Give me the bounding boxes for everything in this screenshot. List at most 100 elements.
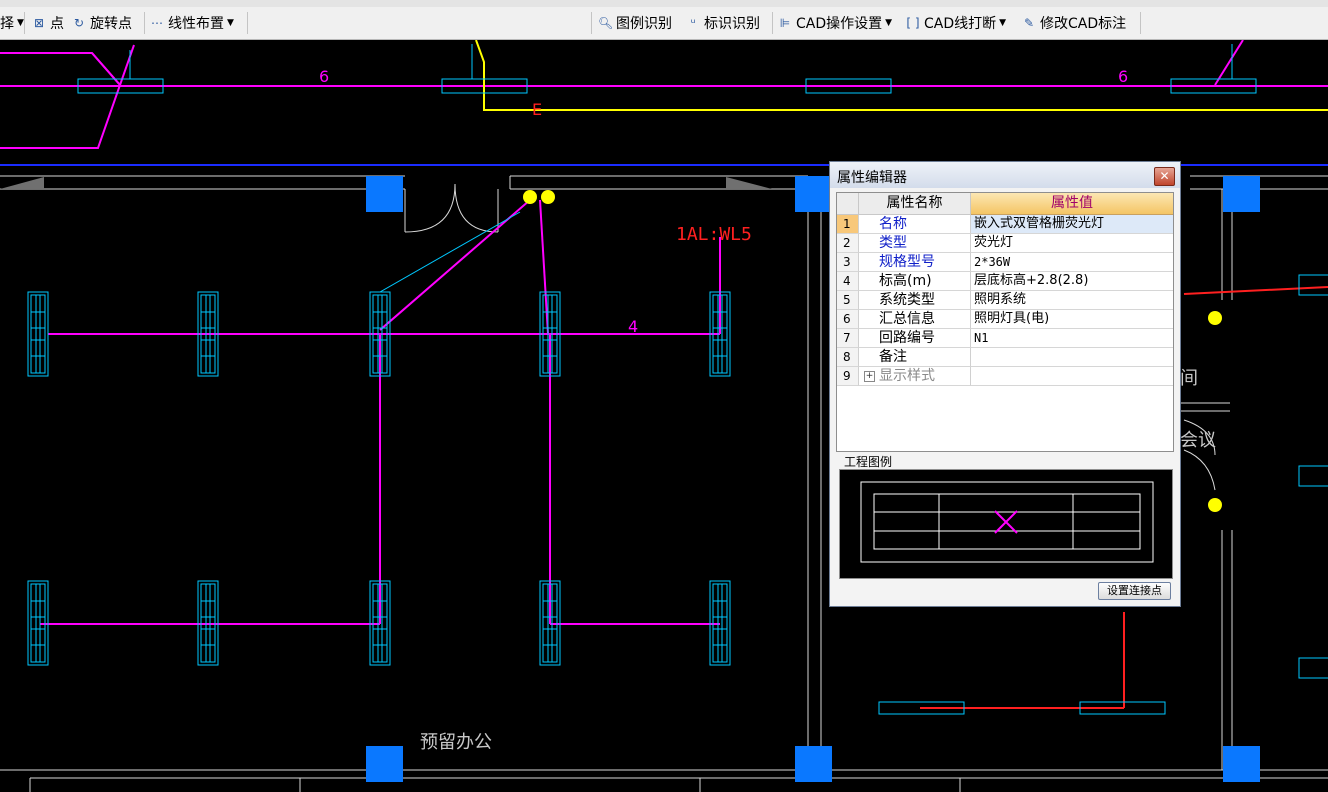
row-number: 1 [837,215,859,234]
row-number: 7 [837,329,859,348]
fluorescent-fixture[interactable] [27,580,49,666]
chevron-down-icon: ▼ [885,18,893,28]
property-value[interactable]: 2*36W [971,253,1173,272]
toolbar-separator [24,12,25,34]
property-name: 系统类型 [859,291,971,310]
wire-count-mark: 6 [1118,67,1128,86]
break-line-icon: [ ] [906,16,920,30]
mark-recognize-label: 标识识别 [704,16,760,32]
property-row[interactable]: 4 标高(m) 层底标高+2.8(2.8) [837,272,1173,291]
edit-cad-annotation-label: 修改CAD标注 [1040,16,1127,32]
switch-symbol [523,190,537,204]
row-number: 5 [837,291,859,310]
legend-recognize-button[interactable]: 🔍︎ 图例识别 [598,11,672,35]
property-value[interactable] [971,367,1173,386]
property-name-text: 汇总信息 [879,311,935,327]
legend-recognize-label: 图例识别 [616,16,672,32]
linear-layout-button[interactable]: ⋯ 线性布置 ▼ [150,11,234,35]
toolbar-separator [591,12,592,34]
wire-count-mark: 4 [628,317,638,336]
cad-settings-label: CAD操作设置 [796,16,883,32]
property-name-text: 备注 [879,349,907,365]
row-number: 3 [837,253,859,272]
lighting-wires [40,199,721,625]
property-value[interactable]: 照明灯具(电) [971,310,1173,329]
legend-fixture-drawing [860,481,1154,563]
property-value[interactable] [971,348,1173,367]
top-duct-lines [0,40,1328,166]
property-name: + 显示样式 [859,367,971,386]
toolbar-separator [772,12,773,34]
property-value[interactable]: 层底标高+2.8(2.8) [971,272,1173,291]
point-button[interactable]: ⊠ 点 [32,11,64,35]
legend-preview [839,469,1173,579]
property-row[interactable]: 5 系统类型 照明系统 [837,291,1173,310]
property-row[interactable]: 8 备注 [837,348,1173,367]
property-name: 汇总信息 [859,310,971,329]
property-name: 规格型号 [859,253,971,272]
property-value[interactable]: N1 [971,329,1173,348]
property-row[interactable]: 3 规格型号 2*36W [837,253,1173,272]
property-row[interactable]: 7 回路编号 N1 [837,329,1173,348]
property-name: 备注 [859,348,971,367]
edit-cad-annotation-button[interactable]: ✎ 修改CAD标注 [1022,11,1126,35]
toolbar: 择 ▼ ⊠ 点 ↻ 旋转点 ⋯ 线性布置 ▼ 🔍︎ 图例识别 ᵘ 标识识别 ⊫ CAD操作设置 ▼… [0,0,1328,40]
property-name: 名称 [859,215,971,234]
dialog-titlebar[interactable]: 属性编辑器 ✕ [830,162,1180,188]
switch-symbol [1208,498,1222,512]
property-name: 回路编号 [859,329,971,348]
point-icon: ⊠ [33,16,45,30]
fluorescent-fixture[interactable] [27,291,49,377]
select-dropdown[interactable]: 择 ▼ [0,11,24,35]
switch-symbol [1208,311,1222,325]
property-value[interactable]: 照明系统 [971,291,1173,310]
property-value[interactable]: 嵌入式双管格栅荧光灯 [971,215,1173,234]
header-corner [837,193,859,215]
property-name-text: 显示样式 [879,368,935,384]
legend-label: 工程图例 [844,455,893,469]
point-label: 点 [50,16,64,32]
leader-line [379,211,521,293]
property-name-text: 名称 [879,216,907,232]
cad-break-label: CAD线打断 [924,16,997,32]
property-row[interactable]: 2 类型 荧光灯 [837,234,1173,253]
cad-settings-icon: ⊫ [779,16,791,30]
row-number: 2 [837,234,859,253]
property-row[interactable]: 9 + 显示样式 [837,367,1173,386]
magnifier-icon: 🔍︎ [598,16,614,30]
wall-hatch [0,177,44,189]
partial-room-label: 会议 [1180,430,1216,451]
wall-hatch [726,177,772,189]
expand-icon[interactable]: + [864,371,875,382]
row-number: 8 [837,348,859,367]
property-name: 标高(m) [859,272,971,291]
edit-annotation-icon: ✎ [1023,16,1035,30]
rotate-point-button[interactable]: ↻ 旋转点 [72,11,132,35]
toolbar-separator [247,12,248,34]
chevron-down-icon: ▼ [999,18,1007,28]
close-icon: ✕ [1159,169,1170,183]
set-connection-point-button[interactable]: 设置连接点 [1098,582,1171,600]
wire-count-mark: 6 [319,67,329,86]
property-editor-dialog[interactable]: 属性编辑器 ✕ 属性名称 属性值 1 名称 嵌入式双管格栅荧光灯 2 类型 荧光灯 3 规格型… [829,161,1181,607]
property-grid[interactable]: 属性名称 属性值 1 名称 嵌入式双管格栅荧光灯 2 类型 荧光灯 3 规格型号 2*36W 4 标… [836,192,1174,452]
mark-recognize-icon: ᵘ [690,16,696,30]
close-button[interactable]: ✕ [1154,167,1175,186]
cad-settings-button[interactable]: ⊫ CAD操作设置 ▼ [778,11,892,35]
partial-room-label: 间 [1180,368,1198,389]
property-name-text: 标高(m) [879,273,932,289]
cad-break-button[interactable]: [ ] CAD线打断 ▼ [906,11,1006,35]
toolbar-top-strip [0,0,1328,7]
marker-letter: E [532,100,542,119]
property-row[interactable]: 1 名称 嵌入式双管格栅荧光灯 [837,215,1173,234]
property-value[interactable]: 荧光灯 [971,234,1173,253]
header-property-value: 属性值 [971,193,1173,215]
property-name: 类型 [859,234,971,253]
toolbar-separator [144,12,145,34]
property-name-text: 规格型号 [879,254,935,270]
mark-recognize-button[interactable]: ᵘ 标识识别 [686,11,760,35]
header-property-name: 属性名称 [859,193,971,215]
room-label: 预留办公 [420,732,492,753]
row-number: 4 [837,272,859,291]
property-row[interactable]: 6 汇总信息 照明灯具(电) [837,310,1173,329]
